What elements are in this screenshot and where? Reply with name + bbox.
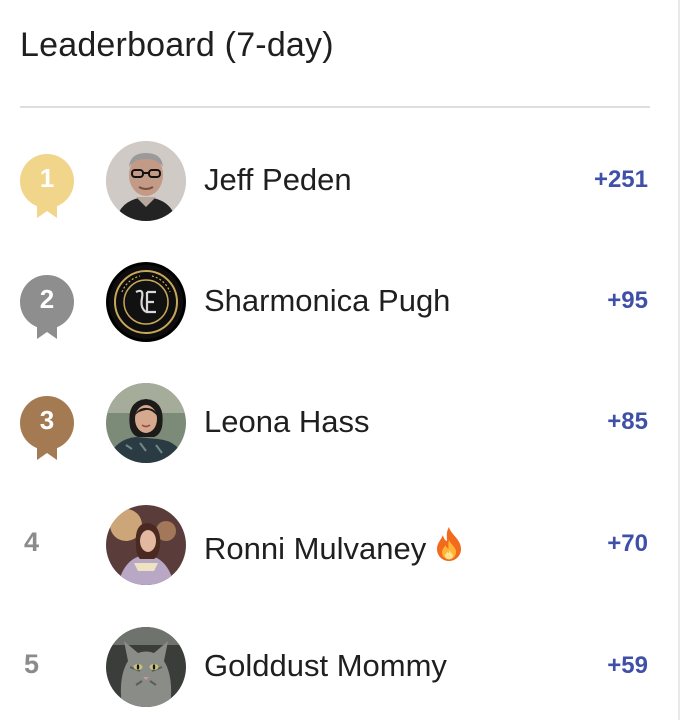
- gold-medal-icon: 1: [20, 154, 74, 218]
- fire-icon: [434, 526, 464, 570]
- leader-score: +59: [607, 652, 648, 679]
- rank-number: 1: [39, 163, 55, 193]
- leader-score: +85: [607, 408, 648, 435]
- leader-name[interactable]: Sharmonica Pugh: [204, 283, 450, 319]
- leaderboard-row-4[interactable]: 4 Ronni Mulvaney +70: [0, 504, 680, 586]
- rank-number: 4: [24, 527, 40, 557]
- leader-name-text: Ronni Mulvaney: [204, 531, 427, 566]
- leaderboard-card: Leaderboard (7-day) 1 Jeff Peden +251 2 …: [0, 0, 680, 720]
- leaderboard-row-1[interactable]: 1 Jeff Peden +251: [0, 140, 680, 222]
- leader-name[interactable]: Jeff Peden: [204, 162, 352, 198]
- leader-name[interactable]: Ronni Mulvaney: [204, 526, 464, 570]
- leader-score: +251: [593, 166, 648, 193]
- rank-number: 3: [39, 405, 55, 435]
- fantasy-reader-avatar[interactable]: [106, 505, 186, 585]
- leaderboard-row-5[interactable]: 5 Golddust Mommy +59: [0, 626, 680, 708]
- leaderboard-title: Leaderboard (7-day): [20, 26, 334, 64]
- gilded-empress-logo-avatar[interactable]: [106, 262, 186, 342]
- bronze-medal-icon: 3: [20, 396, 74, 460]
- leader-name[interactable]: Leona Hass: [204, 404, 369, 440]
- leader-score: +70: [607, 530, 648, 557]
- leader-score: +95: [607, 287, 648, 314]
- silver-medal-icon: 2: [20, 275, 74, 339]
- leader-name[interactable]: Golddust Mommy: [204, 648, 447, 684]
- leaderboard-row-3[interactable]: 3 Leona Hass +85: [0, 382, 680, 464]
- rank-number: 5: [24, 649, 40, 679]
- woman-portrait-avatar[interactable]: [106, 383, 186, 463]
- cat-avatar[interactable]: [106, 627, 186, 707]
- rank-number: 2: [39, 284, 55, 314]
- man-with-glasses-avatar[interactable]: [106, 141, 186, 221]
- leaderboard-row-2[interactable]: 2 Sharmonica Pugh +95: [0, 261, 680, 343]
- divider: [20, 106, 650, 108]
